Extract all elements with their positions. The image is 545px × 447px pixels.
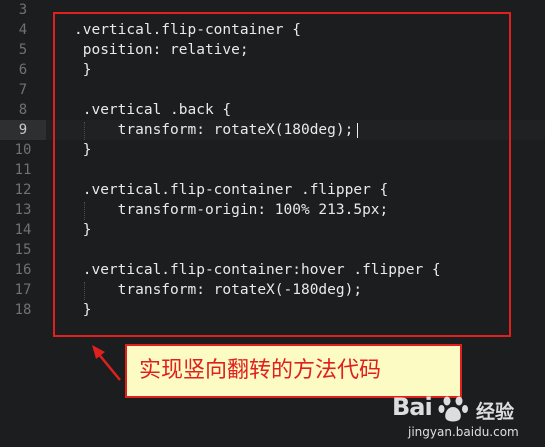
line-number: 14 <box>14 222 32 238</box>
annotation-callout: 实现竖向翻转的方法代码 <box>125 344 462 398</box>
line-number: 5 <box>18 42 28 58</box>
watermark-suffix: 经验 <box>476 401 515 423</box>
watermark-logo: Bai <box>392 393 433 421</box>
line-number: 17 <box>14 282 32 298</box>
watermark-url: jingyan.baidu.com <box>408 425 519 439</box>
line-number: 10 <box>14 142 32 158</box>
line-number: 15 <box>14 242 32 258</box>
line-number: 13 <box>14 202 32 218</box>
line-number: 3 <box>18 2 28 18</box>
line-number: 18 <box>14 302 32 318</box>
line-number: 12 <box>14 182 32 198</box>
line-number-active: 9 <box>0 120 46 140</box>
line-number: 16 <box>14 262 32 278</box>
line-number-gutter: 3 4 5 6 7 8 9 10 11 12 13 14 15 16 17 18 <box>0 0 46 447</box>
arrow-icon <box>92 345 121 381</box>
line-number: 6 <box>18 62 28 78</box>
paw-icon <box>438 396 468 422</box>
line-number: 8 <box>18 102 28 118</box>
line-number: 7 <box>18 82 28 98</box>
line-number: 4 <box>18 22 28 38</box>
baidu-jingyan-watermark: Bai 经验 jingyan.baidu.com <box>392 393 542 445</box>
annotation-highlight-box <box>53 12 511 337</box>
line-number: 11 <box>14 162 32 178</box>
